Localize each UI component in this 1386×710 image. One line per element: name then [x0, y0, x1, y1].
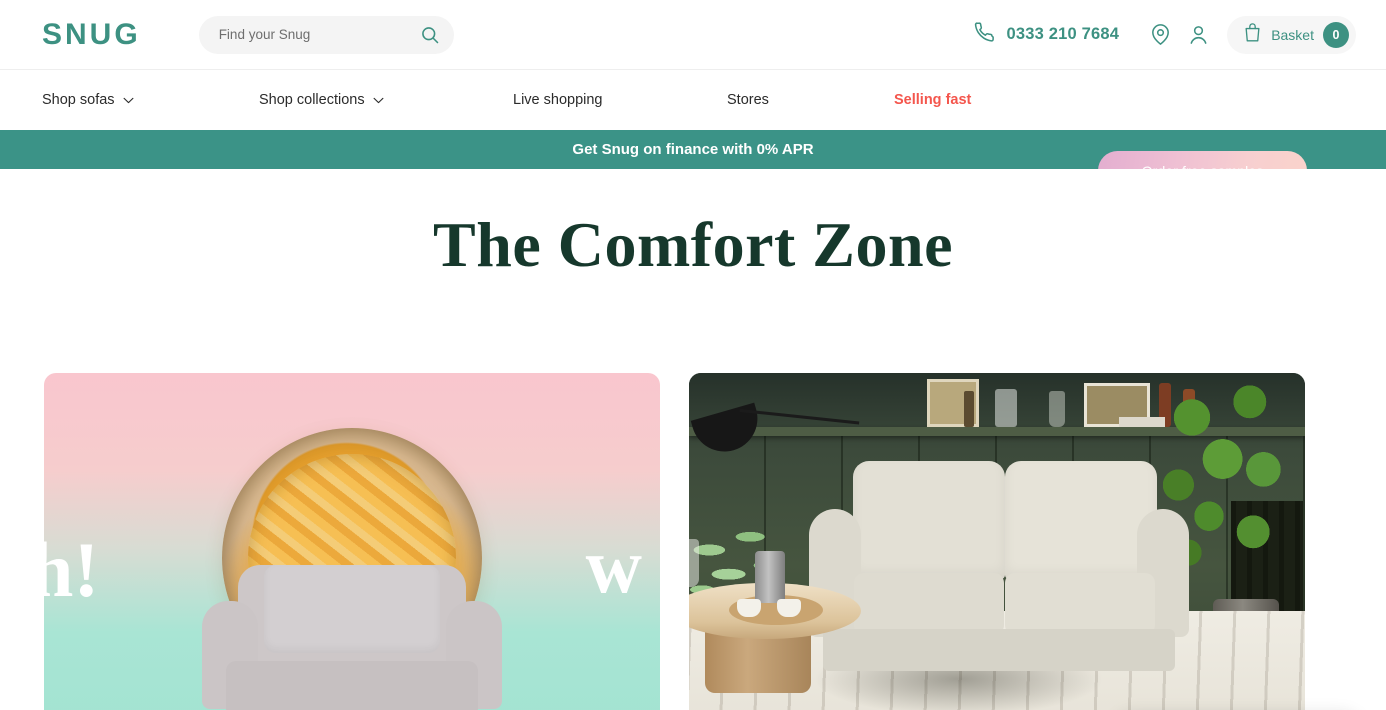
glass-jar	[995, 389, 1017, 427]
card-text-fragment-right: w	[585, 522, 642, 609]
site-header: SNUG 0333 210 7684	[0, 0, 1386, 70]
nav-label: Shop collections	[259, 92, 365, 108]
nav-label: Shop sofas	[42, 92, 115, 108]
coffee-cup	[777, 599, 801, 617]
card-text-fragment-left: h!	[44, 526, 100, 613]
search-input[interactable]	[218, 27, 420, 42]
phone-icon	[973, 21, 996, 49]
location-pin-icon[interactable]	[1141, 16, 1179, 54]
basket-button[interactable]: Basket 0	[1227, 15, 1356, 54]
chevron-down-icon	[373, 97, 384, 104]
main-content: The Comfort Zone h! w	[0, 169, 1386, 710]
search-bar[interactable]	[198, 15, 454, 54]
living-room-sofa-card[interactable]	[689, 373, 1305, 710]
armchair-image	[202, 561, 502, 710]
candlestick	[964, 391, 974, 427]
nav-item-live-shopping[interactable]: Live shopping	[513, 92, 603, 108]
glass-vase	[689, 539, 699, 587]
glass-lamp	[1049, 391, 1065, 427]
hero-card-grid: h! w	[44, 373, 1305, 710]
boucle-sofa	[809, 461, 1189, 671]
nav-item-shop-sofas[interactable]: Shop sofas	[42, 92, 134, 108]
search-icon[interactable]	[420, 25, 440, 45]
header-actions: 0333 210 7684 Basket 0	[973, 15, 1356, 54]
phone-link[interactable]: 0333 210 7684	[973, 21, 1119, 49]
snug-logo[interactable]: SNUG	[42, 19, 141, 50]
main-navigation: Shop sofas Shop collections Live shoppin…	[0, 70, 1386, 190]
nav-item-selling-fast[interactable]: Selling fast	[894, 92, 971, 108]
basket-bag-icon	[1243, 22, 1262, 48]
phone-number: 0333 210 7684	[1006, 25, 1120, 43]
moka-pot	[755, 551, 785, 603]
nav-item-stores[interactable]: Stores	[727, 92, 769, 108]
page-title: The Comfort Zone	[433, 209, 953, 280]
nav-item-shop-collections[interactable]: Shop collections	[259, 92, 384, 108]
chevron-down-icon	[123, 97, 134, 104]
pasta-armchair-card[interactable]: h! w	[44, 373, 660, 710]
basket-label: Basket	[1271, 26, 1314, 43]
account-icon[interactable]	[1179, 16, 1217, 54]
coffee-cup	[737, 599, 761, 617]
round-coffee-table	[689, 539, 861, 703]
basket-count-badge: 0	[1323, 21, 1349, 48]
